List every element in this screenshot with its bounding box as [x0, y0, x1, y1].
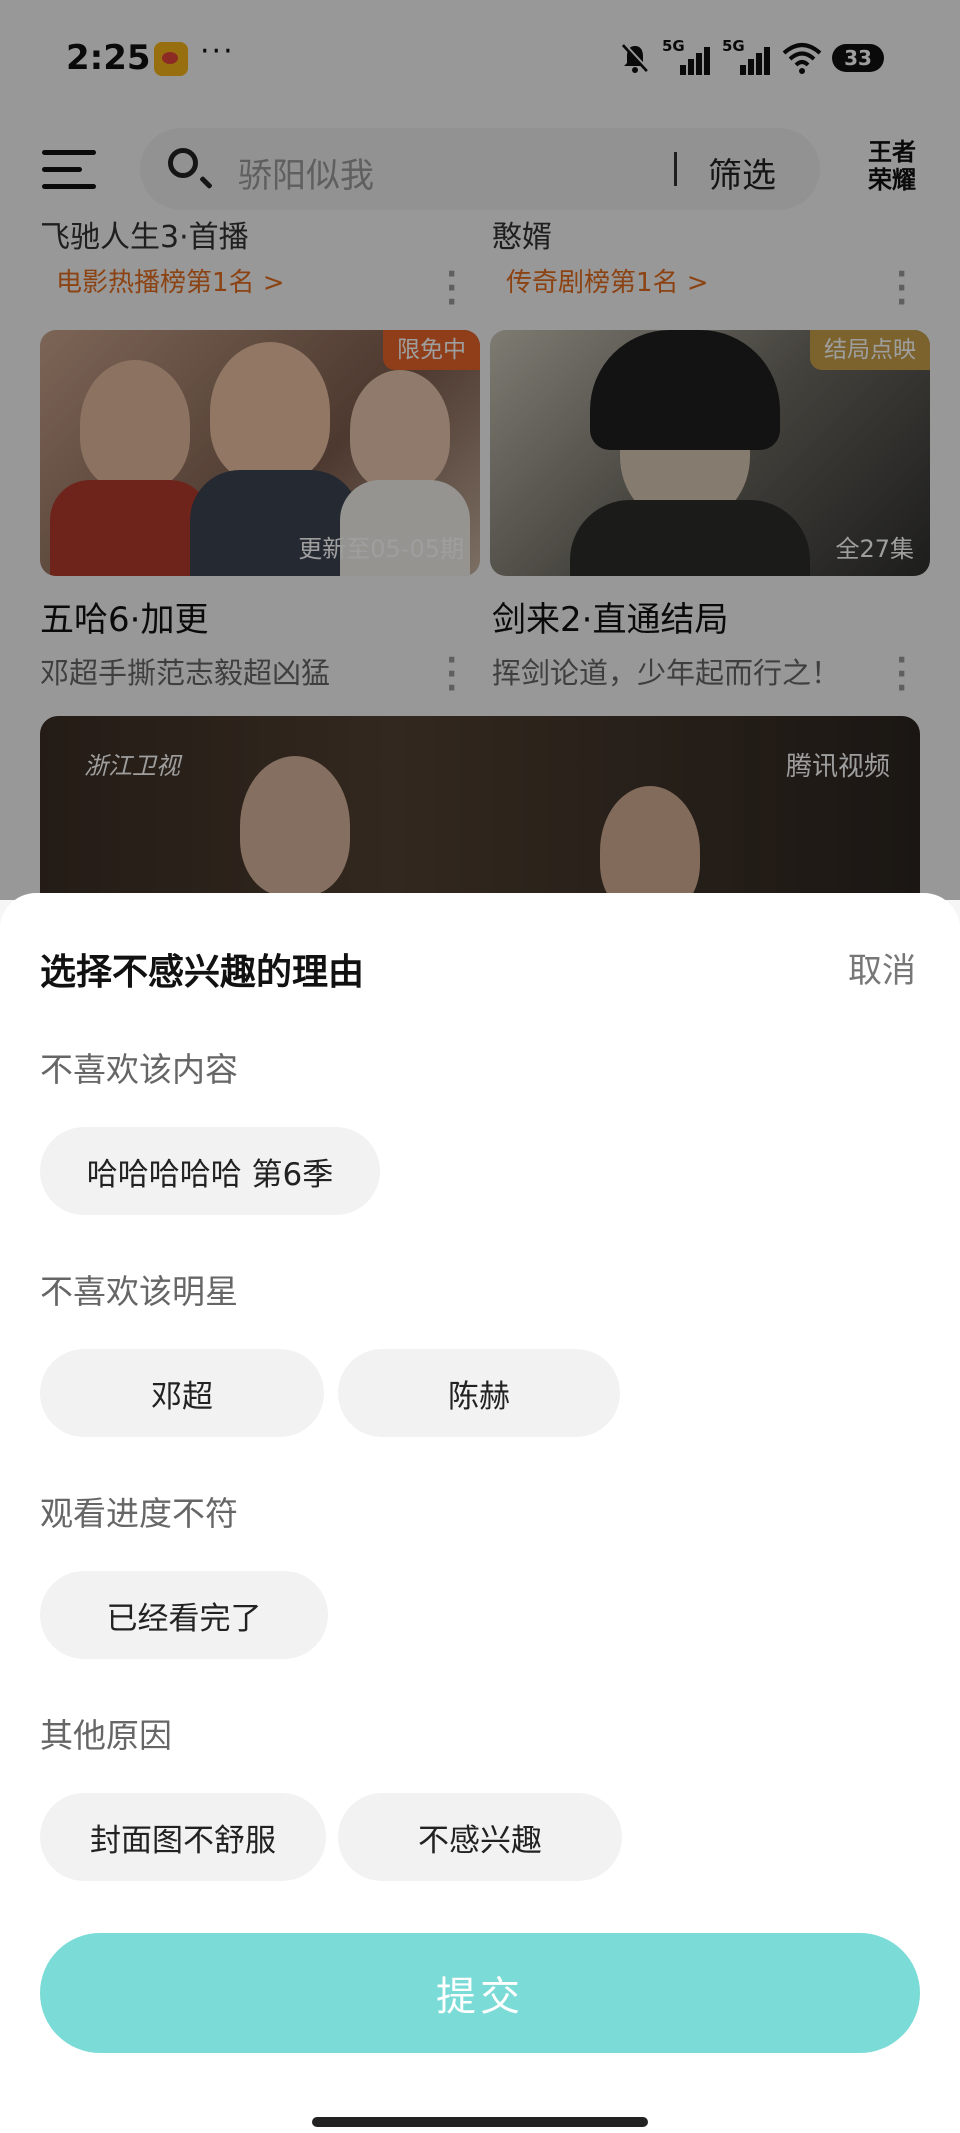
reason-option[interactable]: 哈哈哈哈哈 第6季	[40, 1127, 380, 1215]
reason-option[interactable]: 邓超	[40, 1349, 324, 1437]
section-label: 其他原因	[40, 1716, 172, 1755]
home-indicator[interactable]	[312, 2117, 648, 2127]
dislike-reason-sheet: 选择不感兴趣的理由 取消 不喜欢该内容 哈哈哈哈哈 第6季 不喜欢该明星 邓超 …	[0, 893, 960, 2133]
reason-option[interactable]: 陈赫	[338, 1349, 620, 1437]
sheet-title: 选择不感兴趣的理由	[40, 952, 365, 993]
reason-option[interactable]: 不感兴趣	[338, 1793, 622, 1881]
cancel-button[interactable]: 取消	[848, 943, 916, 992]
submit-button[interactable]: 提交	[40, 1933, 920, 2053]
reason-option[interactable]: 封面图不舒服	[40, 1793, 326, 1881]
modal-overlay[interactable]	[0, 0, 960, 900]
reason-option[interactable]: 已经看完了	[40, 1571, 328, 1659]
section-label: 不喜欢该明星	[40, 1272, 238, 1311]
section-label: 观看进度不符	[40, 1494, 238, 1533]
section-label: 不喜欢该内容	[40, 1050, 238, 1089]
